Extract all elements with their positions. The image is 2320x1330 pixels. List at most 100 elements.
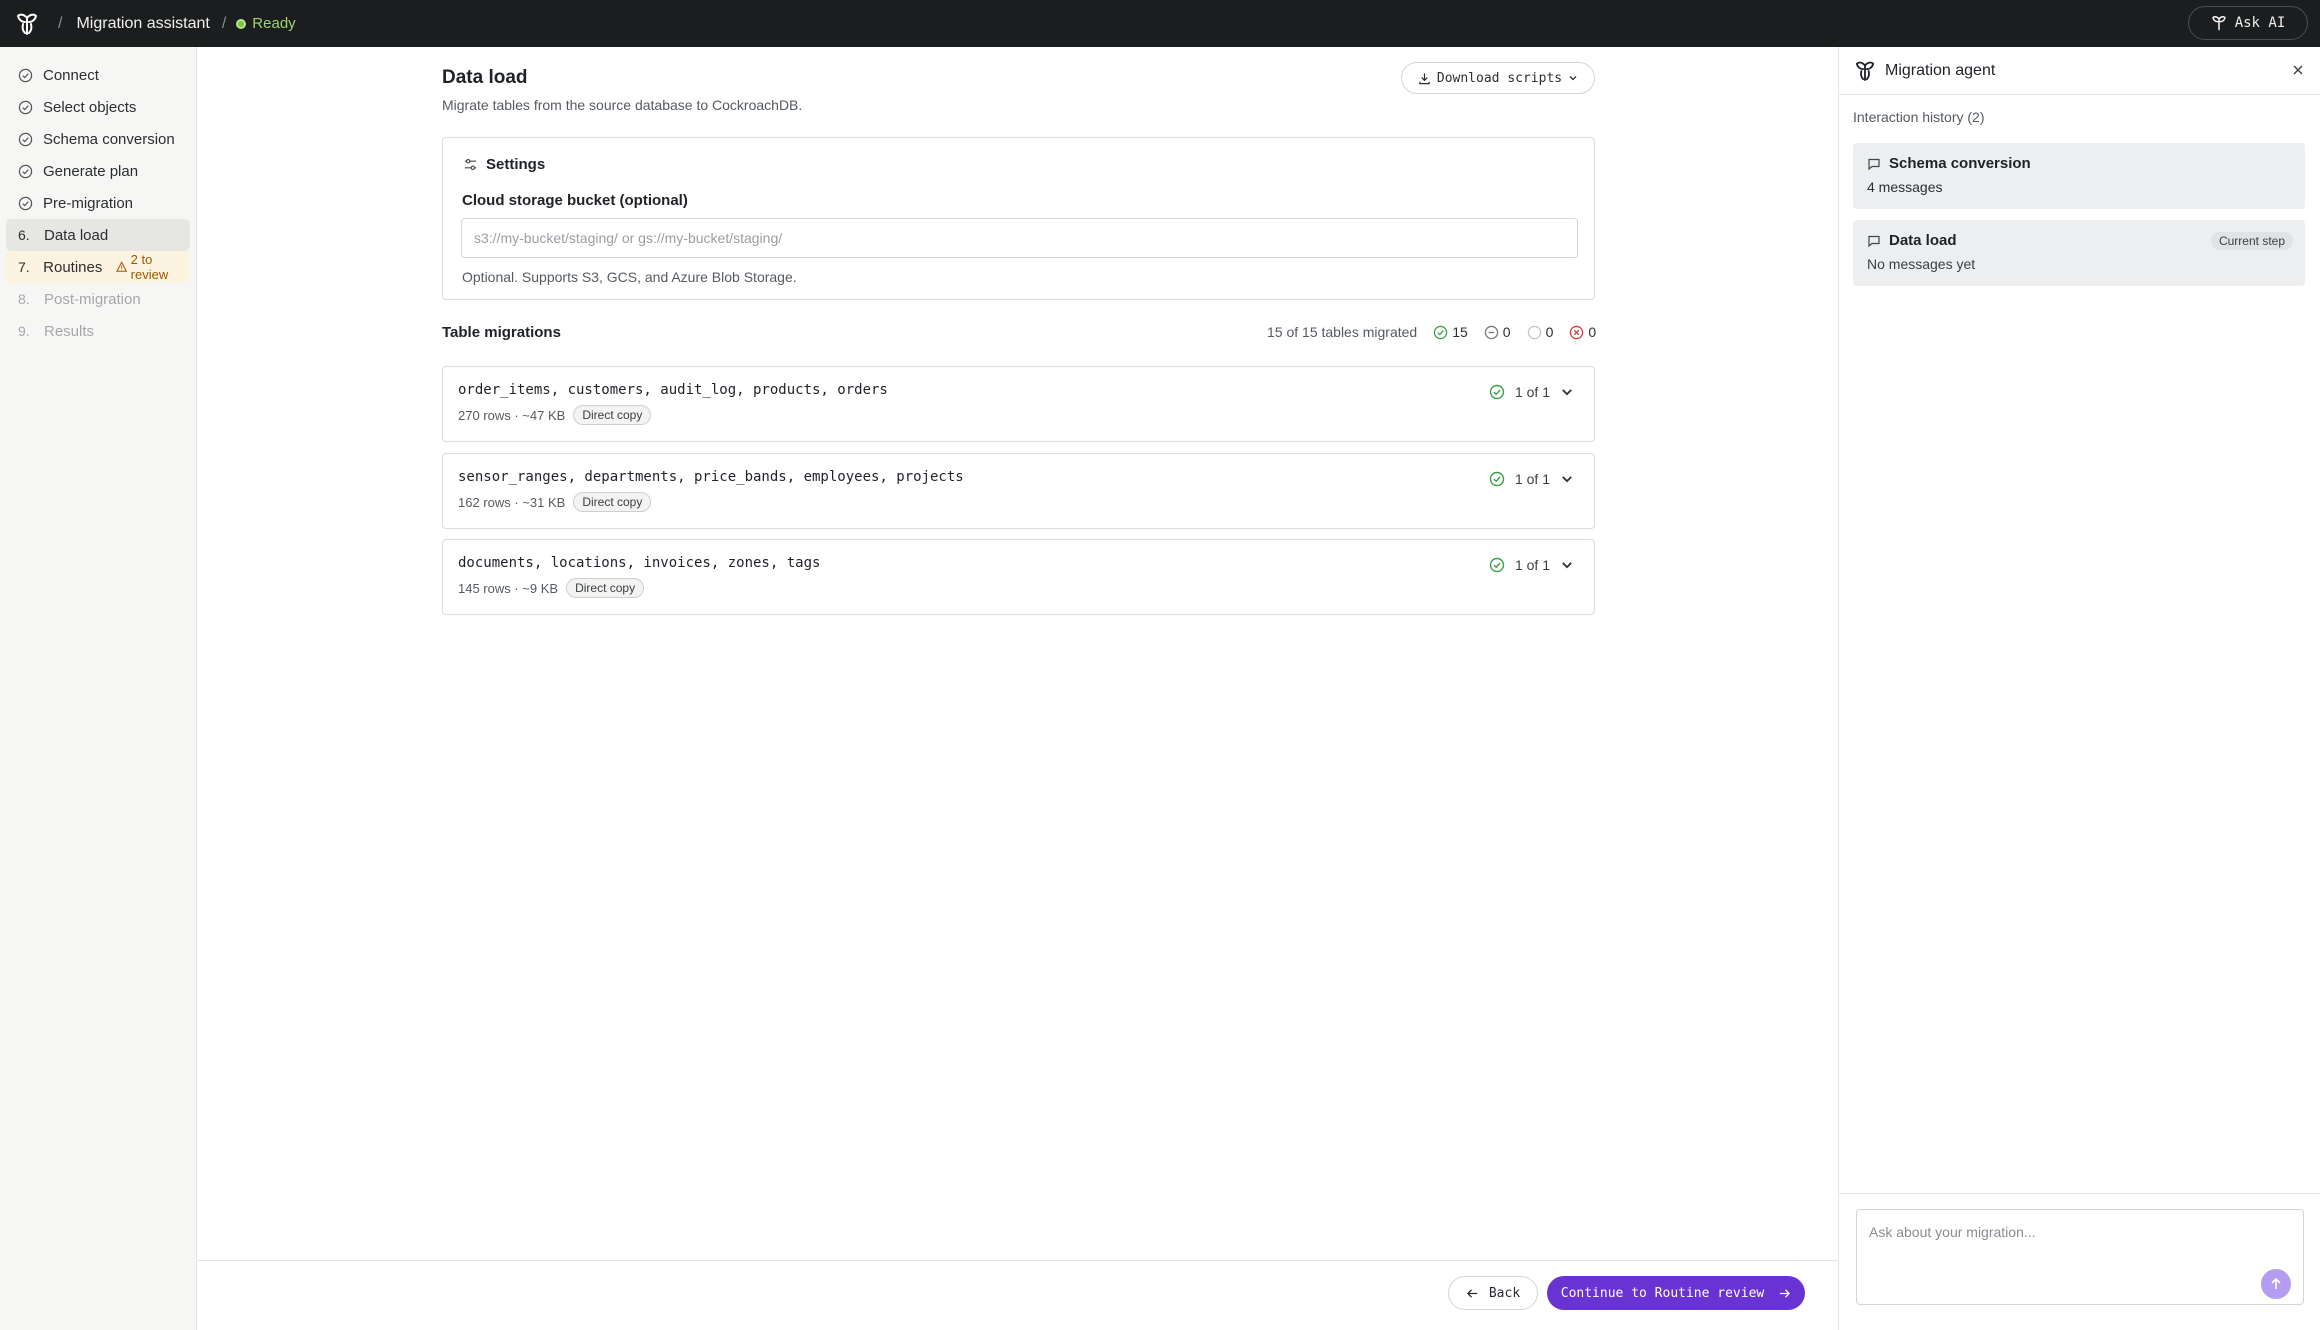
download-scripts-button[interactable]: Download scripts	[1401, 62, 1595, 94]
warning-icon	[116, 261, 128, 272]
download-scripts-label: Download scripts	[1436, 70, 1563, 86]
breadcrumb-separator: /	[58, 14, 63, 32]
review-badge-text: 2 to review	[130, 252, 169, 282]
skipped-count-value: 0	[1502, 324, 1511, 340]
steps-sidebar: Connect Select objects Schema conversion…	[0, 47, 197, 1330]
arrow-right-icon	[1780, 1288, 1791, 1298]
skipped-count: 0	[1484, 324, 1511, 340]
sidebar-step-label: Select objects	[43, 98, 137, 116]
check-circle-icon	[1489, 384, 1505, 400]
empty-circle-icon	[1527, 325, 1541, 339]
sliders-icon	[464, 158, 477, 171]
status-badge: Ready	[236, 15, 296, 32]
sidebar-step-schema-conversion[interactable]: Schema conversion	[6, 123, 190, 155]
history-item-sub: 4 messages	[1867, 179, 1943, 195]
history-item[interactable]: Data load Current step No messages yet	[1853, 220, 2305, 286]
sidebar-step-label: Schema conversion	[43, 130, 175, 148]
table-migrations-summary: 15 of 15 tables migrated 15 0 0 0	[1267, 324, 1596, 340]
close-icon[interactable]	[2291, 61, 2305, 82]
ask-migration-input[interactable]	[1856, 1209, 2304, 1305]
settings-card: Settings Cloud storage bucket (optional)…	[442, 137, 1595, 300]
sidebar-step-data-load[interactable]: 6. Data load	[6, 219, 190, 251]
settings-heading-text: Settings	[486, 156, 546, 173]
check-circle-icon	[1489, 471, 1505, 487]
table-group-names: sensor_ranges, departments, price_bands,…	[458, 469, 964, 485]
history-item[interactable]: Schema conversion 4 messages	[1853, 143, 2305, 209]
cockroach-logo-icon	[2211, 16, 2226, 31]
continue-label: Continue to Routine review	[1560, 1285, 1765, 1301]
sidebar-step-connect[interactable]: Connect	[6, 59, 190, 91]
check-circle-icon	[18, 132, 33, 147]
app-title[interactable]: Migration assistant	[76, 15, 209, 33]
sidebar-step-number: 6.	[18, 227, 30, 243]
chevron-down-icon	[1569, 76, 1577, 81]
message-icon	[1868, 235, 1880, 247]
table-group-card[interactable]: sensor_ranges, departments, price_bands,…	[442, 453, 1595, 529]
page-title: Data load	[442, 67, 528, 88]
sidebar-step-label: Post-migration	[44, 290, 141, 308]
ask-ai-button[interactable]: Ask AI	[2188, 6, 2308, 40]
migrated-summary-text: 15 of 15 tables migrated	[1267, 324, 1418, 340]
success-count: 15	[1433, 324, 1468, 340]
chevron-down-icon[interactable]	[1560, 472, 1574, 486]
agent-header: Migration agent	[1839, 47, 2320, 95]
failed-count: 0	[1569, 324, 1596, 340]
back-label: Back	[1488, 1285, 1521, 1301]
table-group-size: 145 rows · ~9 KB	[458, 580, 559, 596]
review-badge: 2 to review	[116, 252, 190, 282]
sidebar-step-pre-migration[interactable]: Pre-migration	[6, 187, 190, 219]
x-circle-icon	[1570, 325, 1584, 339]
status-dot-icon	[236, 18, 247, 29]
download-icon	[1419, 72, 1430, 84]
cockroach-logo-icon[interactable]	[14, 11, 40, 37]
sidebar-step-routines[interactable]: 7. Routines 2 to review	[6, 251, 190, 283]
check-circle-icon	[18, 196, 33, 211]
check-circle-icon	[18, 164, 33, 179]
table-group-status: 1 of 1	[1489, 557, 1574, 573]
footer-divider	[198, 1260, 1838, 1261]
pending-count-value: 0	[1545, 324, 1554, 340]
sidebar-step-label: Data load	[44, 226, 109, 244]
table-group-size: 162 rows · ~31 KB	[458, 494, 566, 510]
method-chip: Direct copy	[573, 405, 652, 425]
table-group-card[interactable]: order_items, customers, audit_log, produ…	[442, 366, 1595, 442]
table-group-status: 1 of 1	[1489, 384, 1574, 400]
settings-heading: Settings	[463, 156, 545, 173]
main-content: Data load Migrate tables from the source…	[198, 47, 1838, 1330]
table-group-meta: 145 rows · ~9 KB Direct copy	[458, 578, 645, 598]
migration-agent-panel: Migration agent Interaction history (2) …	[1838, 47, 2320, 1330]
chevron-down-icon[interactable]	[1560, 558, 1574, 572]
history-item-title-text: Schema conversion	[1889, 155, 2031, 172]
check-circle-icon	[18, 68, 33, 83]
history-item-title: Data load	[1867, 232, 1957, 249]
sidebar-step-label: Generate plan	[43, 162, 139, 180]
bucket-input[interactable]	[461, 218, 1578, 258]
method-chip: Direct copy	[566, 578, 645, 598]
success-count-value: 15	[1452, 324, 1468, 340]
sidebar-step-results: 9. Results	[6, 315, 190, 347]
table-group-card[interactable]: documents, locations, invoices, zones, t…	[442, 539, 1595, 615]
sidebar-step-select-objects[interactable]: Select objects	[6, 91, 190, 123]
cockroach-logo-icon	[1855, 61, 1875, 81]
table-group-names: documents, locations, invoices, zones, t…	[458, 555, 821, 571]
sidebar-step-generate-plan[interactable]: Generate plan	[6, 155, 190, 187]
page-subtitle: Migrate tables from the source database …	[442, 97, 803, 113]
table-group-size: 270 rows · ~47 KB	[458, 407, 566, 423]
table-group-status: 1 of 1	[1489, 471, 1574, 487]
ask-ai-label: Ask AI	[2234, 15, 2286, 31]
table-group-progress: 1 of 1	[1514, 384, 1550, 400]
check-circle-icon	[1489, 557, 1505, 573]
chevron-down-icon[interactable]	[1560, 385, 1574, 399]
send-button[interactable]	[2261, 1269, 2291, 1299]
message-icon	[1868, 158, 1880, 170]
table-group-meta: 162 rows · ~31 KB Direct copy	[458, 492, 652, 512]
agent-divider	[1839, 1193, 2320, 1194]
back-button[interactable]: Back	[1448, 1276, 1538, 1310]
method-chip: Direct copy	[573, 492, 652, 512]
continue-button[interactable]: Continue to Routine review	[1547, 1276, 1805, 1310]
breadcrumb-separator: /	[221, 14, 227, 32]
sidebar-step-post-migration: 8. Post-migration	[6, 283, 190, 315]
pending-count: 0	[1527, 324, 1554, 340]
current-step-badge: Current step	[2210, 232, 2293, 250]
table-group-progress: 1 of 1	[1514, 471, 1550, 487]
